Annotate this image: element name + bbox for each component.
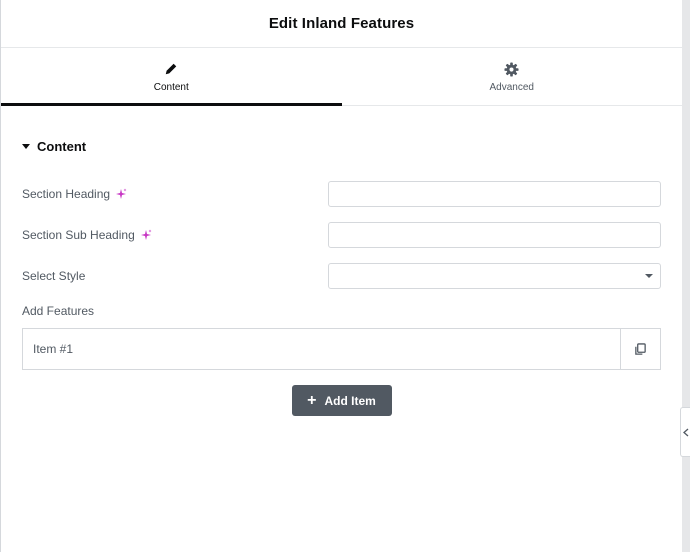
section-heading-row: Section Heading [22,180,661,207]
ai-sparkle-icon[interactable] [115,188,127,200]
pencil-icon [163,61,179,77]
section-sub-heading-label: Section Sub Heading [22,227,135,242]
plus-icon: + [307,391,317,409]
tab-advanced-label: Advanced [489,82,534,93]
section-title: Content [37,138,87,154]
add-item-label: Add Item [324,393,376,408]
gear-icon [504,61,520,77]
duplicate-icon[interactable] [620,329,660,369]
chevron-down-icon [645,273,653,278]
section-heading-label: Section Heading [22,186,111,201]
tab-bar: Content Advanced [1,48,682,106]
chevron-left-icon [682,428,688,436]
repeater-item: Item #1 [22,328,661,370]
section-toggle[interactable]: Content [22,134,661,158]
tab-advanced[interactable]: Advanced [342,48,683,105]
panel-title: Edit Inland Features [268,15,415,32]
editor-panel: Edit Inland Features Content Advanced Co… [0,0,682,552]
panel-header: Edit Inland Features [1,0,682,48]
add-features-label: Add Features [22,304,95,318]
section-sub-heading-row: Section Sub Heading [22,221,661,248]
tab-content[interactable]: Content [1,48,342,106]
collapse-panel-handle[interactable] [680,407,690,457]
add-item-button[interactable]: + Add Item [291,385,392,416]
select-style-label: Select Style [22,268,86,283]
ai-sparkle-icon[interactable] [140,229,152,241]
select-style-dropdown[interactable] [328,262,661,289]
repeater-item-title[interactable]: Item #1 [23,329,620,369]
caret-down-icon [22,143,30,149]
content-section: Content Section Heading Section Sub Head… [1,134,682,416]
section-heading-input[interactable] [328,180,661,207]
tab-content-label: Content [153,82,189,93]
section-sub-heading-input[interactable] [328,221,661,248]
select-style-row: Select Style [22,262,661,289]
